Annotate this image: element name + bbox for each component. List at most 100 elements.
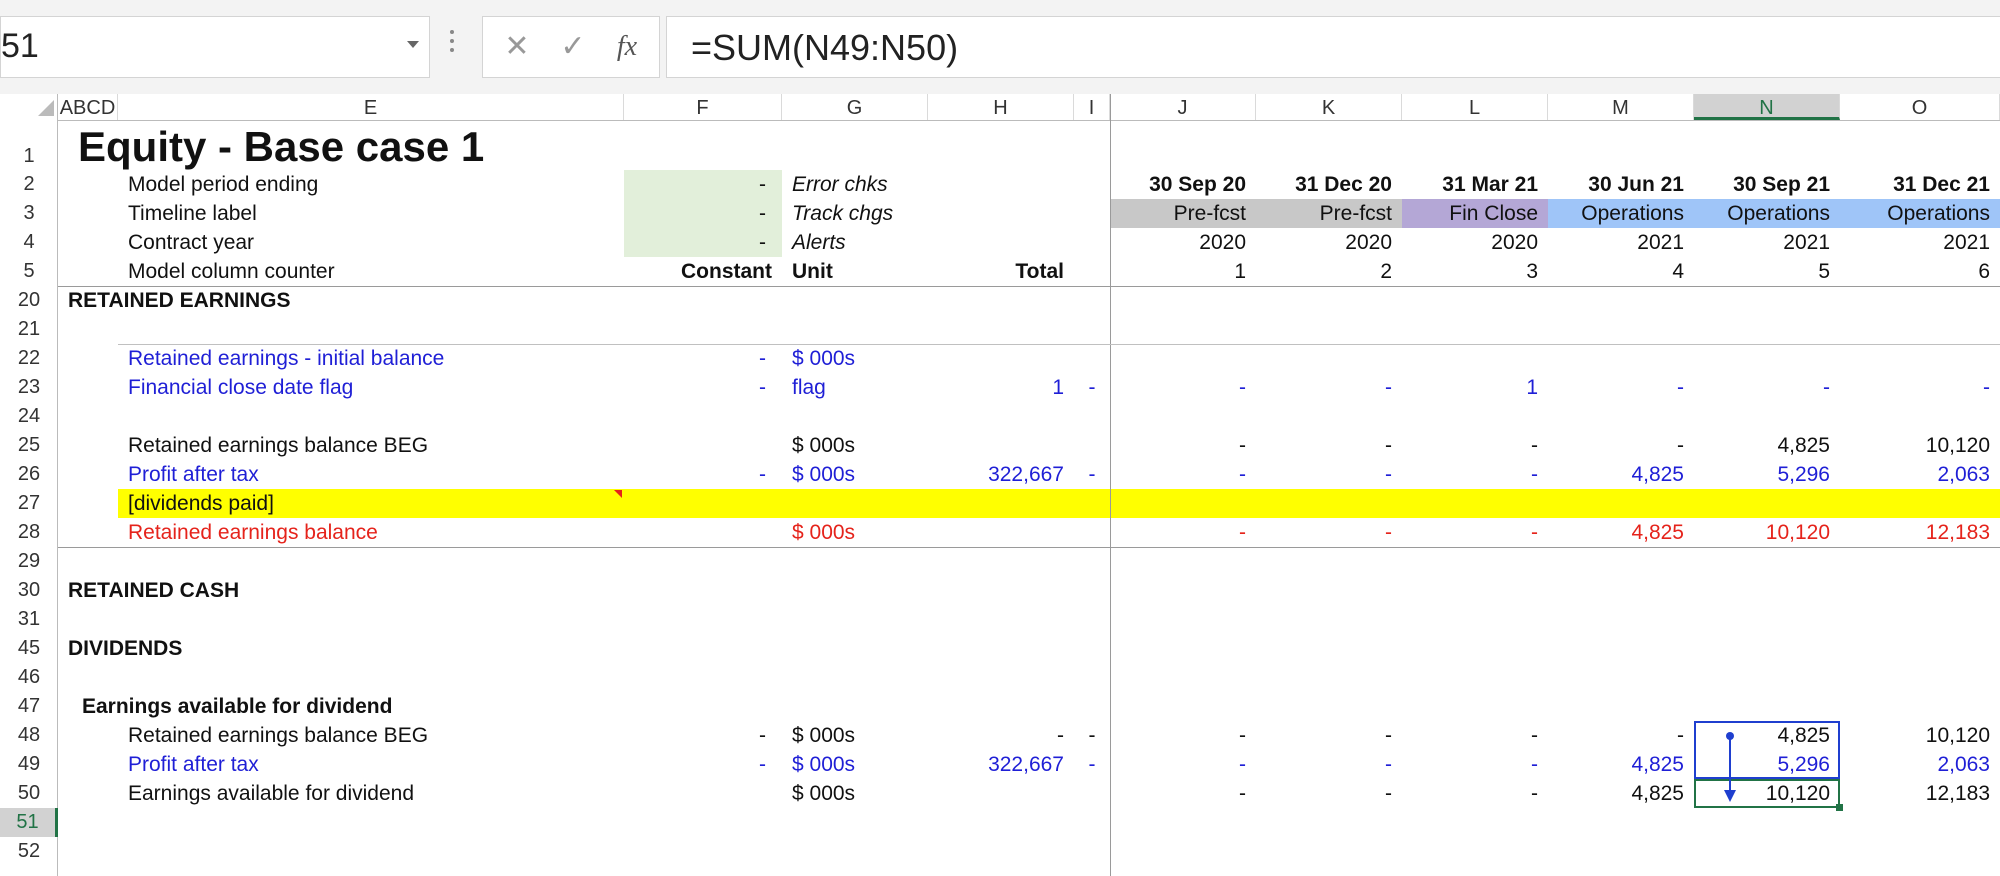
value-cell[interactable]: -: [1256, 518, 1392, 547]
value-cell[interactable]: -: [1694, 373, 1830, 402]
constant-cell[interactable]: -: [624, 170, 766, 199]
spacer-cell[interactable]: -: [1074, 750, 1110, 779]
column-header[interactable]: H: [928, 94, 1074, 120]
unit-cell[interactable]: $ 000s: [792, 460, 855, 489]
row-header[interactable]: 2: [0, 170, 58, 199]
row-header[interactable]: 23: [0, 373, 58, 402]
period-date[interactable]: 30 Jun 21: [1548, 170, 1684, 199]
value-cell[interactable]: 4,825: [1548, 779, 1684, 808]
period-counter[interactable]: 1: [1110, 257, 1246, 286]
value-cell[interactable]: 10,120: [1840, 721, 1990, 750]
column-header[interactable]: E: [118, 94, 624, 120]
value-cell[interactable]: -: [1110, 373, 1246, 402]
value-cell[interactable]: -: [1548, 721, 1684, 750]
fill-handle[interactable]: [1836, 804, 1843, 811]
unit-cell[interactable]: flag: [792, 373, 826, 402]
value-cell[interactable]: -: [1402, 431, 1538, 460]
column-header[interactable]: G: [782, 94, 928, 120]
total-cell[interactable]: -: [928, 721, 1064, 750]
value-cell[interactable]: 2,063: [1840, 750, 1990, 779]
spacer-cell[interactable]: -: [1074, 721, 1110, 750]
value-cell[interactable]: -: [1256, 779, 1392, 808]
column-header[interactable]: ABCD: [58, 94, 118, 120]
value-cell[interactable]: -: [1256, 431, 1392, 460]
row-header[interactable]: 5: [0, 257, 58, 286]
period-year[interactable]: 2021: [1840, 228, 1990, 257]
period-label[interactable]: Operations: [1694, 199, 1830, 228]
insert-function-icon[interactable]: fx: [607, 29, 647, 65]
period-date[interactable]: 31 Dec 20: [1256, 170, 1392, 199]
unit-cell[interactable]: $ 000s: [792, 431, 855, 460]
period-counter[interactable]: 2: [1256, 257, 1392, 286]
period-label[interactable]: Operations: [1840, 199, 1990, 228]
period-date[interactable]: 31 Dec 21: [1840, 170, 1990, 199]
formula-input[interactable]: =SUM(N49:N50): [666, 16, 2000, 78]
value-cell[interactable]: -: [1110, 431, 1246, 460]
value-cell[interactable]: -: [1548, 431, 1684, 460]
row-header[interactable]: 45: [0, 634, 58, 663]
unit-cell[interactable]: $ 000s: [792, 344, 855, 373]
value-cell[interactable]: -: [1256, 460, 1392, 489]
value-cell[interactable]: -: [1548, 373, 1684, 402]
unit-cell[interactable]: $ 000s: [792, 779, 855, 808]
value-cell[interactable]: -: [1110, 779, 1246, 808]
row-header[interactable]: 24: [0, 402, 58, 431]
period-counter[interactable]: 3: [1402, 257, 1538, 286]
constant-cell[interactable]: -: [624, 460, 766, 489]
period-year[interactable]: 2020: [1110, 228, 1246, 257]
column-header[interactable]: K: [1256, 94, 1402, 120]
period-year[interactable]: 2020: [1256, 228, 1392, 257]
total-cell[interactable]: 322,667: [928, 750, 1064, 779]
value-cell[interactable]: 10,120: [1694, 518, 1830, 547]
value-cell[interactable]: 12,183: [1840, 779, 1990, 808]
row-header[interactable]: 49: [0, 750, 58, 779]
more-options-icon[interactable]: [450, 30, 454, 60]
row-header[interactable]: 26: [0, 460, 58, 489]
value-cell[interactable]: 4,825: [1694, 431, 1830, 460]
column-header[interactable]: F: [624, 94, 782, 120]
value-cell[interactable]: -: [1402, 460, 1538, 489]
total-cell[interactable]: 322,667: [928, 460, 1064, 489]
constant-cell[interactable]: -: [624, 199, 766, 228]
total-cell[interactable]: 1: [928, 373, 1064, 402]
value-cell[interactable]: -: [1402, 779, 1538, 808]
period-date[interactable]: 30 Sep 21: [1694, 170, 1830, 199]
unit-cell[interactable]: $ 000s: [792, 518, 855, 547]
value-cell[interactable]: -: [1110, 460, 1246, 489]
name-box[interactable]: 51: [0, 16, 430, 78]
period-counter[interactable]: 6: [1840, 257, 1990, 286]
row-header[interactable]: 31: [0, 605, 58, 634]
period-label[interactable]: Pre-fcst: [1256, 199, 1392, 228]
spacer-cell[interactable]: -: [1074, 373, 1110, 402]
row-header[interactable]: 48: [0, 721, 58, 750]
name-box-value[interactable]: 51: [1, 27, 39, 66]
value-cell[interactable]: 12,183: [1840, 518, 1990, 547]
row-header[interactable]: 30: [0, 576, 58, 605]
column-header[interactable]: M: [1548, 94, 1694, 120]
row-header[interactable]: 46: [0, 663, 58, 692]
enter-icon[interactable]: ✓: [553, 29, 593, 65]
period-label[interactable]: Operations: [1548, 199, 1684, 228]
row-header[interactable]: 28: [0, 518, 58, 547]
period-date[interactable]: 31 Mar 21: [1402, 170, 1538, 199]
period-counter[interactable]: 4: [1548, 257, 1684, 286]
row-header[interactable]: 25: [0, 431, 58, 460]
column-header[interactable]: I: [1074, 94, 1110, 120]
period-year[interactable]: 2021: [1694, 228, 1830, 257]
constant-cell[interactable]: -: [624, 373, 766, 402]
value-cell[interactable]: -: [1110, 750, 1246, 779]
period-date[interactable]: 30 Sep 20: [1110, 170, 1246, 199]
worksheet-grid[interactable]: ABCD E F G H I J K L M N O 1 2 3 4 5 20 …: [0, 94, 2000, 876]
column-header-selected[interactable]: N: [1694, 94, 1840, 120]
unit-cell[interactable]: $ 000s: [792, 750, 855, 779]
row-header[interactable]: 50: [0, 779, 58, 808]
row-header-selected[interactable]: 51: [0, 808, 58, 837]
chevron-down-icon[interactable]: [407, 41, 419, 48]
value-cell[interactable]: 1: [1402, 373, 1538, 402]
period-label[interactable]: Fin Close: [1402, 199, 1538, 228]
row-header[interactable]: 20: [0, 286, 58, 315]
row-header[interactable]: 27: [0, 489, 58, 518]
row-header[interactable]: 1: [0, 120, 58, 170]
value-cell[interactable]: -: [1402, 750, 1538, 779]
active-cell-border[interactable]: [1694, 779, 1840, 808]
